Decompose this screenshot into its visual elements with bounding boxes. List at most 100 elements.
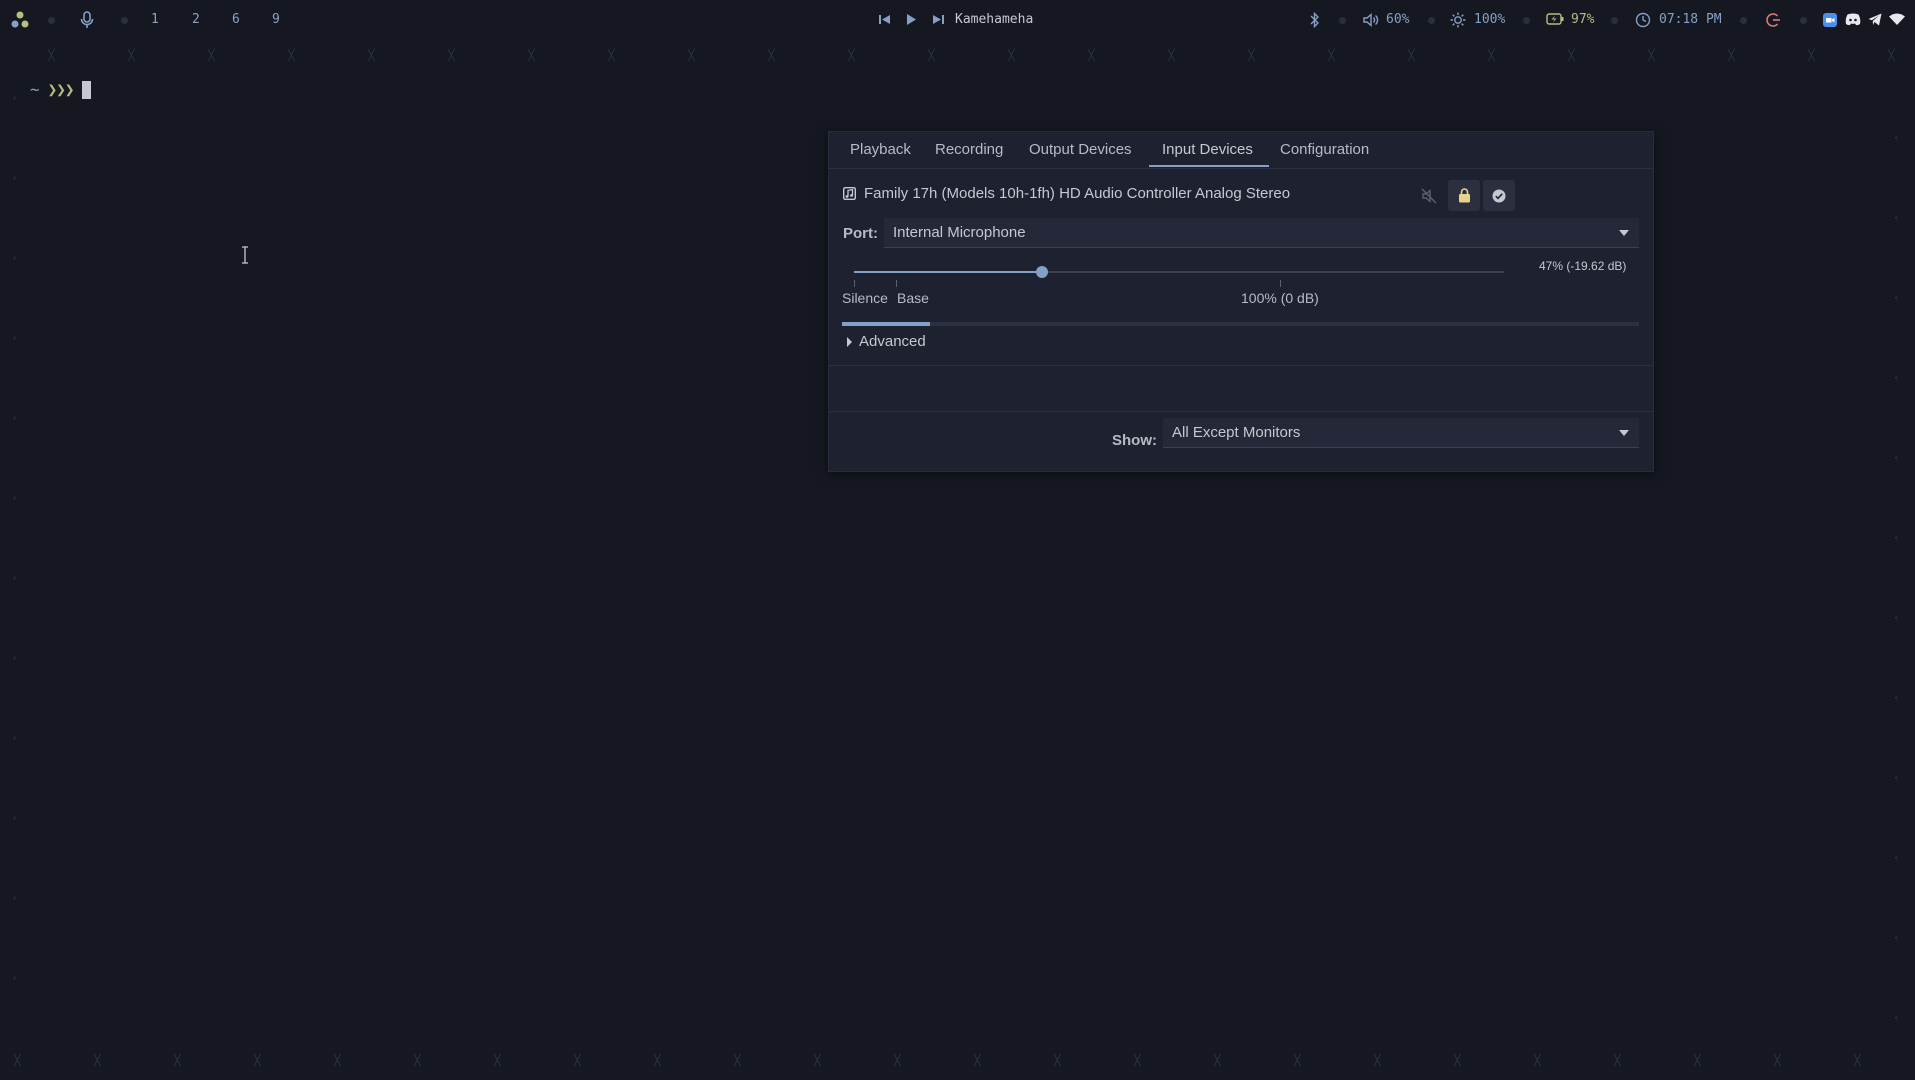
scale-tick <box>896 280 897 287</box>
hatch-mark: ‹ <box>1893 1011 1900 1024</box>
lock-channels-button[interactable] <box>1448 180 1480 211</box>
tab-input-devices[interactable]: Input Devices <box>1162 141 1253 159</box>
hatch-mark: › <box>11 811 18 824</box>
hatch-mark: ╳ <box>848 49 855 62</box>
volume-slider-handle[interactable] <box>1036 266 1048 278</box>
workspace-2[interactable]: 2 <box>192 12 200 28</box>
play-icon[interactable] <box>906 13 917 26</box>
hatch-mark: ╳ <box>734 1054 741 1067</box>
discord-tray-icon[interactable] <box>1845 13 1861 26</box>
hatch-mark: ╳ <box>1168 49 1175 62</box>
previous-track-icon[interactable] <box>879 14 890 25</box>
hatch-mark: ‹ <box>1893 291 1900 304</box>
volume-slider[interactable] <box>854 266 1504 278</box>
advanced-label: Advanced <box>859 333 926 350</box>
hatch-mark: ╳ <box>1054 1054 1061 1067</box>
hatch-mark: ╳ <box>1614 1054 1621 1067</box>
hatch-mark: ‹ <box>1893 211 1900 224</box>
port-selected-value: Internal Microphone <box>893 224 1026 241</box>
media-title: Kamehameha <box>955 12 1034 27</box>
hatch-mark: ╳ <box>1214 1054 1221 1067</box>
hatch-mark: ╳ <box>1088 49 1095 62</box>
hatch-mark: › <box>11 891 18 904</box>
wifi-tray-icon[interactable] <box>1889 13 1905 25</box>
volume-icon[interactable] <box>1363 12 1379 28</box>
hatch-mark: ‹ <box>1893 931 1900 944</box>
hatch-mark: ╳ <box>528 49 535 62</box>
port-label: Port: <box>843 225 878 242</box>
hatch-mark: ╳ <box>14 1054 21 1067</box>
zoom-tray-icon[interactable] <box>1823 13 1837 27</box>
port-dropdown[interactable]: Internal Microphone <box>884 218 1639 248</box>
brightness-icon[interactable] <box>1450 12 1466 28</box>
hatch-mark: ‹ <box>1893 371 1900 384</box>
workspace-1[interactable]: 1 <box>151 12 159 28</box>
battery-value: 97% <box>1571 12 1595 27</box>
show-label: Show: <box>1112 432 1157 449</box>
peak-level-meter <box>842 322 1639 326</box>
text-cursor <box>81 81 91 99</box>
mute-button[interactable] <box>1413 180 1445 211</box>
hatch-mark: ╳ <box>494 1054 501 1067</box>
volume-value: 60% <box>1386 12 1410 27</box>
hatch-mark: ╳ <box>1648 49 1655 62</box>
volume-slider-fill <box>854 271 1042 273</box>
clock-icon <box>1635 12 1651 28</box>
separator-dot <box>121 17 128 24</box>
scale-tick <box>1280 280 1281 287</box>
workspace-6[interactable]: 6 <box>232 12 240 28</box>
tab-recording[interactable]: Recording <box>935 141 1003 159</box>
workspace-9[interactable]: 9 <box>272 12 280 28</box>
hatch-mark: › <box>11 731 18 744</box>
prompt-symbol: ❯❯❯ <box>47 80 75 99</box>
hatch-mark: ╳ <box>254 1054 261 1067</box>
hatch-mark: › <box>11 91 18 104</box>
bluetooth-icon[interactable] <box>1310 12 1320 28</box>
hatch-mark: ‹ <box>1893 691 1900 704</box>
expander-arrow-icon <box>847 336 852 347</box>
hatch-mark: ╳ <box>1008 49 1015 62</box>
tab-playback[interactable]: Playback <box>850 141 911 159</box>
hatch-mark: ╳ <box>974 1054 981 1067</box>
hatch-mark: ╳ <box>174 1054 181 1067</box>
mouse-ibeam-cursor <box>242 246 248 264</box>
sound-card-icon <box>843 187 856 200</box>
separator-dot <box>48 17 55 24</box>
lock-icon <box>1458 188 1471 203</box>
hatch-mark: ‹ <box>1893 771 1900 784</box>
dropdown-arrow-icon <box>1619 230 1629 236</box>
hatch-mark: ‹ <box>1893 611 1900 624</box>
tab-output-devices[interactable]: Output Devices <box>1029 141 1132 159</box>
clock-time: 07:18 PM <box>1659 12 1722 27</box>
prompt-directory: ~ <box>30 80 40 99</box>
shell-prompt[interactable]: ~ ❯❯❯ <box>30 81 91 99</box>
hatch-mark: ╳ <box>608 49 615 62</box>
hatch-mark: › <box>11 171 18 184</box>
hatch-mark: ╳ <box>1888 49 1895 62</box>
advanced-expander[interactable]: Advanced <box>847 333 926 350</box>
next-track-icon[interactable] <box>933 14 944 25</box>
power-icon[interactable] <box>1765 12 1781 28</box>
set-default-button[interactable] <box>1483 180 1515 211</box>
tab-configuration[interactable]: Configuration <box>1280 141 1369 159</box>
microphone-icon[interactable] <box>80 11 94 29</box>
hatch-mark: ╳ <box>288 49 295 62</box>
scale-label-silence: Silence <box>842 290 888 306</box>
divider <box>829 365 1653 366</box>
brightness-value: 100% <box>1474 12 1506 27</box>
hatch-mark: ╳ <box>688 49 695 62</box>
separator-dot <box>1523 17 1530 24</box>
show-filter-dropdown[interactable]: All Except Monitors <box>1163 418 1639 448</box>
hatch-mark: ╳ <box>768 49 775 62</box>
separator-dot <box>1611 17 1618 24</box>
battery-charging-icon <box>1546 13 1564 25</box>
hatch-mark: ╳ <box>928 49 935 62</box>
launcher-icon[interactable] <box>11 11 29 29</box>
hatch-mark: ╳ <box>1294 1054 1301 1067</box>
hatch-mark: ╳ <box>574 1054 581 1067</box>
hatch-mark: ╳ <box>894 1054 901 1067</box>
hatch-mark: ‹ <box>1893 851 1900 864</box>
hatch-mark: ╳ <box>1694 1054 1701 1067</box>
hatch-mark: ╳ <box>448 49 455 62</box>
telegram-tray-icon[interactable] <box>1868 13 1882 26</box>
